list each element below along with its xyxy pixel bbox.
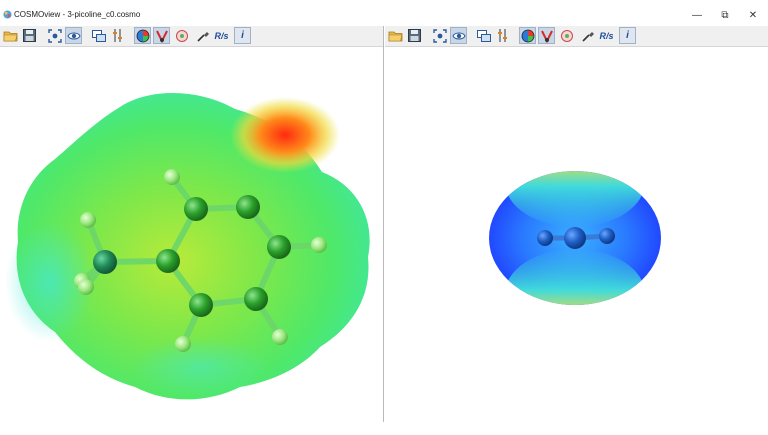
solvent-surface-render: [489, 171, 661, 305]
restore-button[interactable]: ⧉: [714, 6, 736, 24]
window-layout-icon[interactable]: [475, 27, 492, 44]
pipette-icon[interactable]: [579, 27, 596, 44]
status-strip: [0, 422, 768, 432]
pipette-icon[interactable]: [194, 27, 211, 44]
eye-view-icon[interactable]: [450, 27, 467, 44]
fit-view-icon[interactable]: [431, 27, 448, 44]
rs-label-icon[interactable]: R/s: [598, 27, 615, 44]
app-window: COSMOview - 3-picoline_c0.cosmo — ⧉ ✕ R/…: [0, 0, 768, 432]
left-pane: R/s i: [0, 26, 384, 430]
right-toolbar: R/s i: [385, 26, 768, 47]
sigma-surface-icon[interactable]: [519, 27, 536, 44]
info-icon[interactable]: i: [234, 27, 251, 44]
settings-tuning-icon[interactable]: [494, 27, 511, 44]
window-layout-icon[interactable]: [90, 27, 107, 44]
rs-label-icon[interactable]: R/s: [213, 27, 230, 44]
eye-view-icon[interactable]: [65, 27, 82, 44]
segment-surface-icon[interactable]: [558, 27, 575, 44]
right-3d-viewport[interactable]: [385, 47, 768, 430]
picoline-surface-render: [5, 92, 370, 400]
open-folder-icon[interactable]: [2, 27, 19, 44]
charge-color-icon[interactable]: [538, 27, 555, 44]
settings-tuning-icon[interactable]: [109, 27, 126, 44]
fit-view-icon[interactable]: [46, 27, 63, 44]
left-toolbar: R/s i: [0, 26, 383, 47]
negative-charge-region: [230, 97, 340, 173]
segment-surface-icon[interactable]: [173, 27, 190, 44]
charge-color-icon[interactable]: [153, 27, 170, 44]
sigma-surface-icon[interactable]: [134, 27, 151, 44]
left-3d-viewport[interactable]: [0, 47, 383, 430]
title-bar: COSMOview - 3-picoline_c0.cosmo — ⧉ ✕: [0, 0, 768, 26]
minimize-button[interactable]: —: [686, 6, 708, 24]
save-icon[interactable]: [21, 27, 38, 44]
close-button[interactable]: ✕: [742, 6, 764, 24]
open-folder-icon[interactable]: [387, 27, 404, 44]
save-icon[interactable]: [406, 27, 423, 44]
cosmoview-app-icon: [3, 10, 12, 19]
right-pane: R/s i: [385, 26, 768, 430]
window-title: COSMOview - 3-picoline_c0.cosmo: [14, 10, 141, 19]
info-icon[interactable]: i: [619, 27, 636, 44]
